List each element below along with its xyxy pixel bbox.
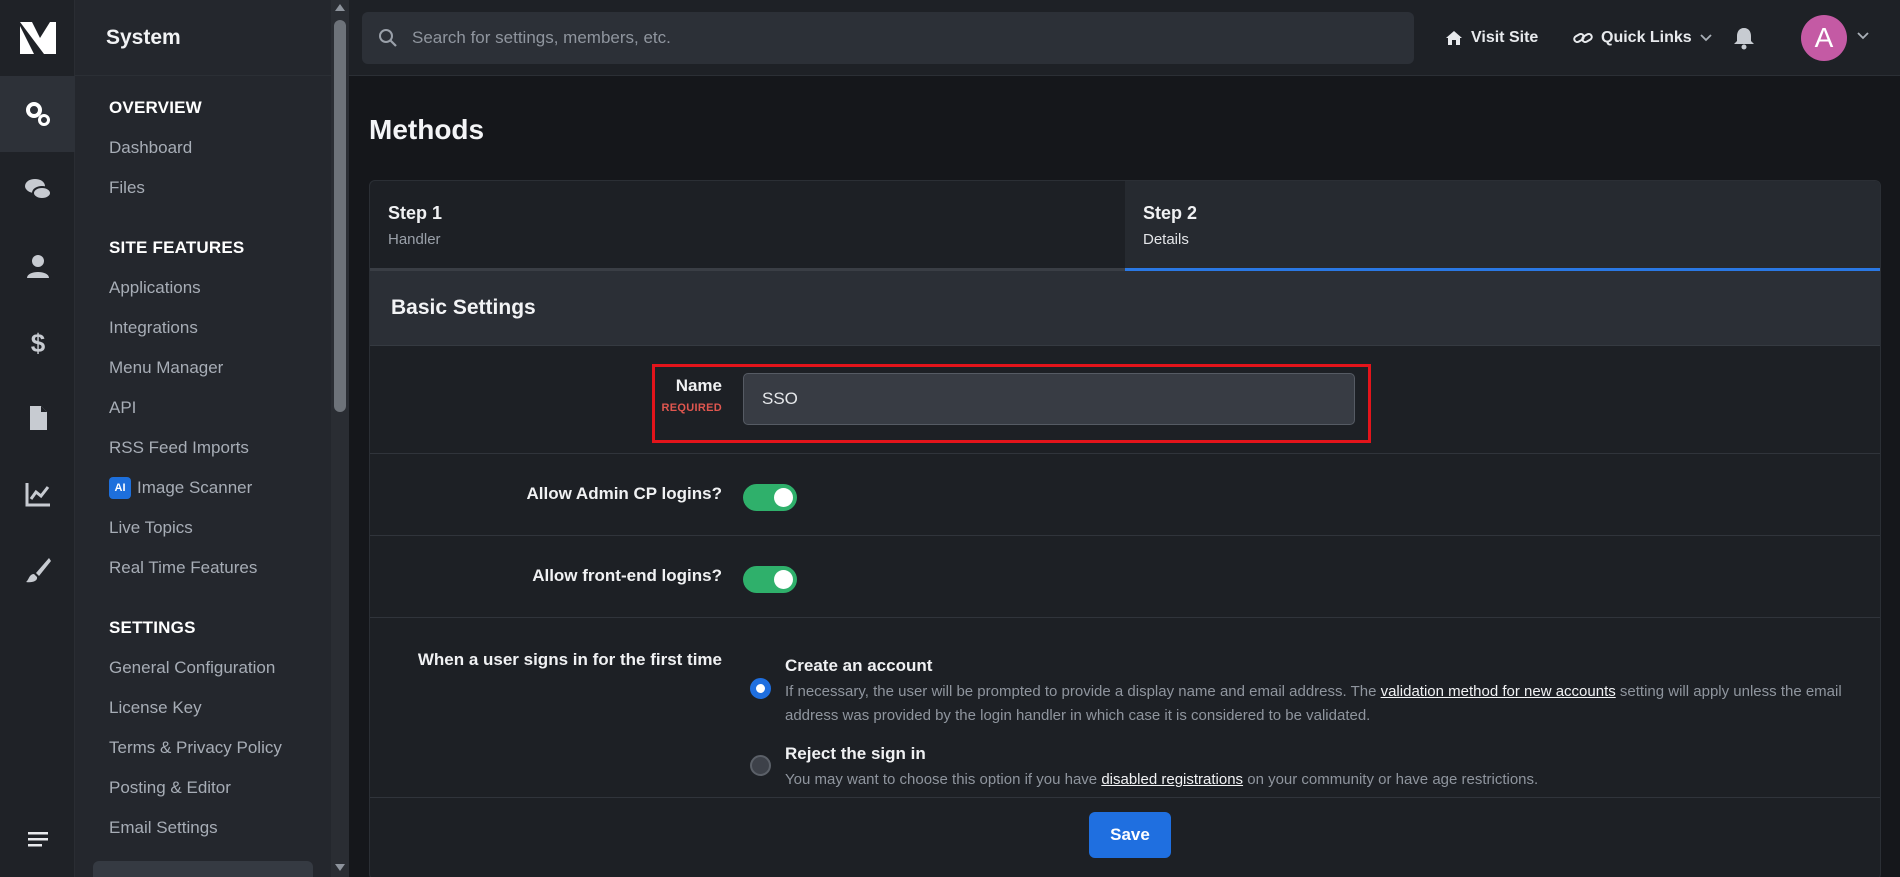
sidebar-item-dashboard[interactable]: Dashboard: [109, 128, 331, 168]
create-account-radio[interactable]: [750, 678, 771, 699]
notifications-button[interactable]: [1733, 0, 1763, 76]
brush-icon: [25, 558, 51, 583]
save-button[interactable]: Save: [1089, 812, 1171, 858]
user-icon: [26, 255, 49, 278]
sidebar-item-label: Image Scanner: [137, 478, 253, 497]
sidebar-item-rss-feed-imports[interactable]: RSS Feed Imports: [109, 428, 331, 468]
step-2-tab[interactable]: Step 2 Details: [1125, 181, 1880, 271]
avatar[interactable]: A: [1801, 15, 1847, 61]
disabled-registrations-link[interactable]: disabled registrations: [1101, 771, 1243, 788]
rail-pages[interactable]: [0, 380, 75, 456]
first-signin-row: When a user signs in for the first time …: [370, 618, 1880, 798]
step-title: Step 1: [388, 203, 443, 223]
icon-rail: $: [0, 0, 75, 877]
admin-cp-row: Allow Admin CP logins?: [370, 454, 1880, 536]
dollar-icon: $: [30, 328, 45, 357]
name-row: Name REQUIRED: [370, 346, 1880, 454]
scroll-up-icon[interactable]: [335, 4, 345, 11]
sidebar-item-email-settings[interactable]: Email Settings: [109, 808, 331, 848]
step-subtitle: Handler: [388, 231, 441, 248]
comments-icon: [24, 179, 52, 200]
sidebar-item-files[interactable]: Files: [109, 168, 331, 208]
sidebar-item-live-topics[interactable]: Live Topics: [109, 508, 331, 548]
step-subtitle: Details: [1143, 231, 1189, 248]
search-box[interactable]: [362, 12, 1414, 64]
step-title: Step 2: [1143, 203, 1198, 223]
sidebar-item-terms-privacy[interactable]: Terms & Privacy Policy: [109, 728, 331, 768]
frontend-label: Allow front-end logins?: [532, 566, 722, 585]
avatar-chevron-down-icon[interactable]: [1857, 32, 1869, 40]
section-heading-overview: OVERVIEW: [109, 98, 202, 117]
rail-system[interactable]: [0, 76, 75, 152]
logo-icon: [19, 22, 56, 54]
step-1-tab[interactable]: Step 1 Handler: [370, 181, 1125, 268]
visit-site-link[interactable]: Visit Site: [1445, 0, 1538, 76]
page-title: Methods: [369, 114, 485, 145]
sidebar-item-menu-manager[interactable]: Menu Manager: [109, 348, 331, 388]
create-account-description: If necessary, the user will be prompted …: [785, 683, 1842, 724]
main-content: Methods Step 1 Handler Step 2 Details Ba…: [349, 76, 1900, 877]
section-heading-settings: SETTINGS: [109, 618, 196, 637]
frontend-toggle[interactable]: [743, 566, 797, 593]
search-input[interactable]: [412, 28, 1372, 48]
file-icon: [29, 406, 47, 430]
reject-signin-radio[interactable]: [750, 755, 771, 776]
reject-signin-title: Reject the sign in: [785, 744, 926, 763]
sidebar-item-integrations[interactable]: Integrations: [109, 308, 331, 348]
search-icon: [379, 29, 397, 47]
validation-method-link[interactable]: validation method for new accounts: [1381, 683, 1616, 700]
hamburger-icon: [27, 832, 48, 847]
gears-icon: [25, 102, 50, 126]
sidebar-title: System: [75, 0, 331, 76]
wizard-card: Step 1 Handler Step 2 Details Basic Sett…: [369, 180, 1881, 877]
wizard-steps: Step 1 Handler Step 2 Details: [370, 181, 1880, 271]
quick-links-label: Quick Links: [1601, 29, 1692, 46]
sidebar-item-active-partial[interactable]: [93, 861, 313, 877]
ai-badge-icon: AI: [109, 477, 131, 499]
sidebar-item-license-key[interactable]: License Key: [109, 688, 331, 728]
sidebar-item-real-time-features[interactable]: Real Time Features: [109, 548, 331, 588]
home-icon: [1446, 31, 1462, 45]
sidebar-item-image-scanner[interactable]: AI Image Scanner: [109, 468, 331, 508]
quick-links-dropdown[interactable]: Quick Links: [1573, 0, 1712, 76]
reject-signin-description: You may want to choose this option if yo…: [785, 771, 1539, 788]
sidebar-item-applications[interactable]: Applications: [109, 268, 331, 308]
frontend-row: Allow front-end logins?: [370, 536, 1880, 618]
sidebar-item-posting-editor[interactable]: Posting & Editor: [109, 768, 331, 808]
section-title: Basic Settings: [370, 271, 1880, 346]
link-icon: [1573, 32, 1593, 43]
top-bar: Visit Site Quick Links A: [349, 0, 1900, 76]
rail-commerce[interactable]: $: [0, 304, 75, 380]
scrollbar-thumb[interactable]: [334, 20, 346, 412]
chart-line-icon: [25, 483, 50, 507]
sidebar-item-general-configuration[interactable]: General Configuration: [109, 648, 331, 688]
scroll-down-icon[interactable]: [335, 864, 345, 871]
rail-customization[interactable]: [0, 532, 75, 608]
rail-community[interactable]: [0, 152, 75, 228]
svg-text:$: $: [30, 328, 45, 357]
sidebar-item-api[interactable]: API: [109, 388, 331, 428]
rail-members[interactable]: [0, 228, 75, 304]
admin-cp-label: Allow Admin CP logins?: [526, 484, 723, 503]
chevron-down-icon: [1700, 34, 1712, 42]
logo[interactable]: [0, 0, 75, 76]
form-footer: Save: [370, 798, 1880, 877]
bell-icon: [1734, 28, 1754, 50]
section-heading-site-features: SITE FEATURES: [109, 238, 245, 257]
sidebar-scrollbar[interactable]: [331, 0, 349, 877]
rail-stats[interactable]: [0, 456, 75, 532]
menu-toggle-button[interactable]: [0, 819, 75, 859]
create-account-title: Create an account: [785, 656, 933, 675]
admin-cp-toggle[interactable]: [743, 484, 797, 511]
first-signin-label: When a user signs in for the first time: [417, 650, 722, 669]
highlight-box: [652, 364, 1371, 443]
sidebar: System OVERVIEW Dashboard Files SITE FEA…: [75, 0, 331, 877]
visit-site-label: Visit Site: [1471, 29, 1539, 46]
